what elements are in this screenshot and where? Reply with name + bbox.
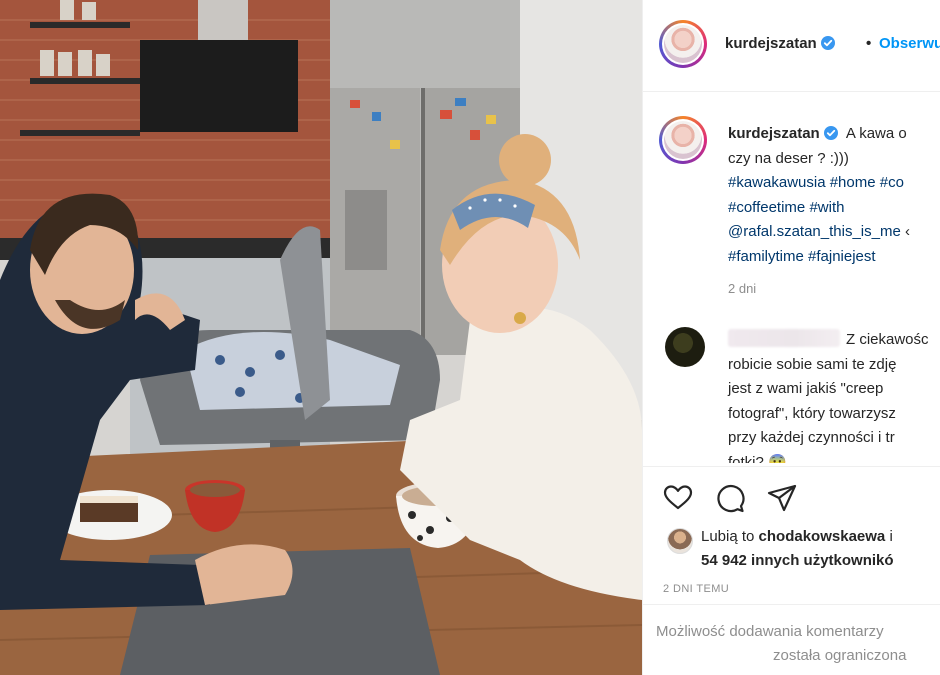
- caption-hashtags-2[interactable]: #coffeetime #with: [728, 196, 940, 221]
- comments-disabled-notice: Możliwość dodawania komentarzy została o…: [643, 604, 940, 675]
- verified-badge-icon: [823, 126, 838, 140]
- author-avatar[interactable]: [659, 20, 707, 68]
- author-username[interactable]: kurdejszatan: [725, 35, 835, 52]
- commenter-avatar[interactable]: [665, 327, 705, 367]
- caption-hashtags-1[interactable]: #kawakawusia #home #co: [728, 171, 940, 196]
- comment-line-3: jest z wami jakiś "creep: [728, 380, 884, 397]
- caption-text: kurdejszatan A kawa o czy na deser ? :))…: [728, 122, 940, 269]
- comment-line-1: Z ciekawośc: [846, 331, 929, 348]
- share-icon[interactable]: [767, 483, 797, 513]
- comment-line-6: fotki? 😨: [728, 453, 787, 463]
- notice-line-1: Możliwość dodawania komentarzy: [656, 623, 884, 640]
- notice-line-2: została ograniczona: [773, 647, 907, 664]
- likes-line-1: Lubią to chodakowskaewa i: [701, 528, 893, 545]
- likes-count[interactable]: 54 942 innych użytkownikó: [701, 552, 894, 569]
- comment-line-4: fotograf", który towarzysz: [728, 404, 896, 422]
- comment-icon[interactable]: [715, 483, 745, 513]
- header-separator: •: [866, 35, 872, 52]
- post-photo[interactable]: [0, 0, 642, 675]
- follow-button[interactable]: Obserwuj: [879, 35, 940, 52]
- comment-line-2: robicie sobie sami te zdję: [728, 355, 897, 373]
- caption-username[interactable]: kurdejszatan: [728, 125, 838, 142]
- caption-line-1: A kawa o: [845, 125, 907, 142]
- photo-illustration: [0, 0, 642, 675]
- verified-badge-icon: [820, 36, 835, 50]
- caption-hashtags-3[interactable]: #familytime #fajniejest: [728, 245, 940, 270]
- post-date[interactable]: 2 DNI TEMU: [663, 583, 729, 595]
- caption-mention[interactable]: @rafal.szatan_this_is_me: [728, 223, 901, 240]
- post-side-panel: kurdejszatan • Obserwuj kurdejszatan A k…: [642, 0, 940, 675]
- heart-icon[interactable]: [663, 483, 693, 513]
- caption-line-2: czy na deser ? :))): [728, 149, 849, 167]
- post-header: kurdejszatan • Obserwuj: [643, 0, 940, 92]
- comment-item: Z ciekawośc robicie sobie sami te zdję j…: [643, 315, 940, 463]
- action-bar: [643, 466, 940, 522]
- comment-text: Z ciekawośc robicie sobie sami te zdję j…: [728, 328, 940, 463]
- likes-section: Lubią to chodakowskaewa i 54 942 innych …: [643, 521, 940, 581]
- caption-line-5-tail: ‹: [900, 223, 910, 240]
- comment-line-5: przy każdej czynności i tr: [728, 429, 895, 446]
- liker-avatar[interactable]: [667, 528, 693, 554]
- caption-avatar[interactable]: [659, 116, 707, 164]
- caption-timestamp[interactable]: 2 dni: [728, 281, 756, 296]
- liker-username[interactable]: chodakowskaewa: [759, 528, 886, 545]
- caption-block: kurdejszatan A kawa o czy na deser ? :))…: [643, 92, 940, 297]
